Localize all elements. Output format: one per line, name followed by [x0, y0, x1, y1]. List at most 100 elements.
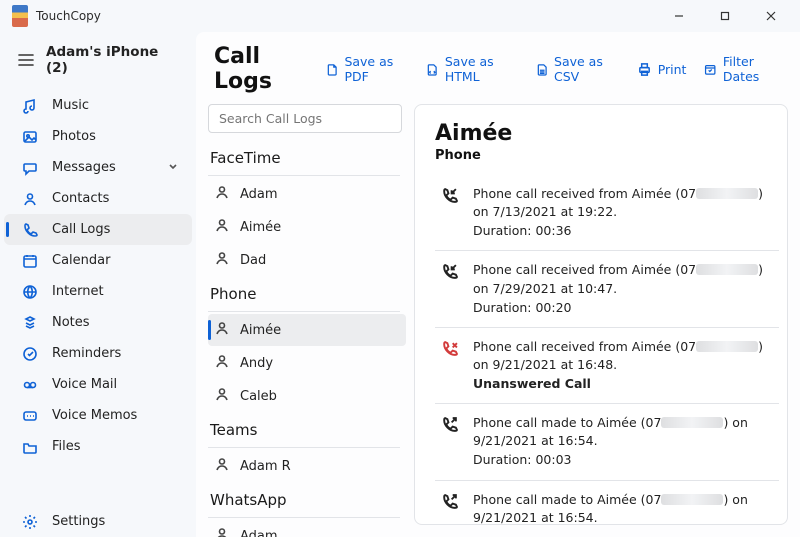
nav-label: Music [52, 98, 89, 113]
phone-icon [22, 222, 38, 238]
redacted-number [661, 494, 723, 505]
save-pdf-button[interactable]: Save as PDF [326, 54, 408, 84]
call-log-item: Phone call received from Aimée (07) on 7… [435, 175, 779, 251]
divider [208, 175, 400, 176]
hamburger-icon[interactable] [18, 51, 34, 70]
redacted-number [661, 417, 723, 428]
redacted-number [696, 188, 758, 199]
nav-messages[interactable]: Messages [4, 152, 192, 183]
call-log-text: Phone call received from Aimée (07) on 7… [473, 185, 775, 240]
nav-voicememos[interactable]: Voice Memos [4, 400, 192, 431]
gear-icon [22, 514, 38, 530]
folder-icon [22, 439, 38, 455]
nav-list: Music Photos Messages Contacts Call Logs [0, 90, 196, 462]
call-log-item: Phone call made to Aimée (07) on 9/21/20… [435, 481, 779, 526]
person-icon [214, 184, 230, 204]
divider [208, 311, 400, 312]
filter-icon [704, 62, 716, 77]
call-log-text: Phone call made to Aimée (07) on 9/21/20… [473, 414, 775, 469]
contact-row[interactable]: Aimée [208, 314, 406, 346]
contact-name: Aimée [240, 323, 281, 338]
contact-name: Aimée [240, 220, 281, 235]
person-icon [214, 320, 230, 340]
person-icon [214, 456, 230, 476]
contact-name: Adam R [240, 459, 291, 474]
person-icon [214, 217, 230, 237]
nav-internet[interactable]: Internet [4, 276, 192, 307]
divider [208, 447, 400, 448]
search-input[interactable] [208, 104, 402, 133]
window-maximize-button[interactable] [702, 1, 748, 31]
music-icon [22, 98, 38, 114]
nav-settings[interactable]: Settings [4, 506, 192, 537]
nav-label: Internet [52, 284, 104, 299]
call-log-item: Phone call received from Aimée (07) on 9… [435, 328, 779, 404]
csv-icon [536, 62, 548, 77]
call-log-text: Phone call made to Aimée (07) on 9/21/20… [473, 491, 775, 526]
calendar-icon [22, 253, 38, 269]
nav-label: Files [52, 439, 81, 454]
outgoing-call-icon [439, 414, 459, 469]
incoming-call-icon [439, 261, 459, 316]
contact-name: Adam [240, 529, 278, 537]
contact-row[interactable]: Dad [208, 244, 406, 276]
nav-voicemail[interactable]: Voice Mail [4, 369, 192, 400]
contact-row[interactable]: Adam [208, 520, 406, 537]
app-title: TouchCopy [36, 9, 101, 23]
nav-call-logs[interactable]: Call Logs [4, 214, 192, 245]
contact-row[interactable]: Adam [208, 178, 406, 210]
app-icon [12, 5, 28, 27]
nav-photos[interactable]: Photos [4, 121, 192, 152]
contact-row[interactable]: Adam R [208, 450, 406, 482]
window-minimize-button[interactable] [656, 1, 702, 31]
voicememos-icon [22, 408, 38, 424]
missed-call-icon [439, 338, 459, 393]
print-button[interactable]: Print [637, 54, 687, 84]
contact-row[interactable]: Andy [208, 347, 406, 379]
group-title: Phone [208, 277, 408, 309]
html-icon [426, 62, 438, 77]
nav-files[interactable]: Files [4, 431, 192, 462]
redacted-number [696, 264, 758, 275]
pdf-icon [326, 62, 338, 77]
person-icon [214, 526, 230, 537]
nav-music[interactable]: Music [4, 90, 192, 121]
nav-label: Photos [52, 129, 96, 144]
globe-icon [22, 284, 38, 300]
voicemail-icon [22, 377, 38, 393]
save-csv-button[interactable]: Save as CSV [536, 54, 619, 84]
nav-reminders[interactable]: Reminders [4, 338, 192, 369]
contact-name: Adam [240, 187, 278, 202]
nav-contacts[interactable]: Contacts [4, 183, 192, 214]
nav-label: Messages [52, 160, 116, 175]
contact-row[interactable]: Aimée [208, 211, 406, 243]
contacts-panel: FaceTimeAdamAiméeDadPhoneAiméeAndyCalebT… [208, 104, 408, 537]
save-html-button[interactable]: Save as HTML [426, 54, 517, 84]
person-icon [214, 353, 230, 373]
nav-label: Voice Memos [52, 408, 137, 423]
toolbar: Save as PDF Save as HTML Save as CSV Pri… [326, 54, 782, 84]
sidebar: Adam's iPhone (2) Music Photos Messages … [0, 32, 196, 537]
notes-icon [22, 315, 38, 331]
nav-label: Notes [52, 315, 90, 330]
person-icon [214, 386, 230, 406]
nav-notes[interactable]: Notes [4, 307, 192, 338]
outgoing-call-icon [439, 491, 459, 526]
contact-row[interactable]: Caleb [208, 380, 406, 412]
nav-label: Reminders [52, 346, 121, 361]
detail-contact-name: Aimée [435, 121, 779, 146]
page-title: Call Logs [214, 44, 312, 94]
window-close-button[interactable] [748, 1, 794, 31]
nav-label: Settings [52, 514, 105, 529]
nav-calendar[interactable]: Calendar [4, 245, 192, 276]
redacted-number [696, 341, 758, 352]
messages-icon [22, 160, 38, 176]
incoming-call-icon [439, 185, 459, 240]
detail-panel: Aimée Phone Phone call received from Aim… [414, 104, 788, 525]
group-title: WhatsApp [208, 483, 408, 515]
group-title: Teams [208, 413, 408, 445]
window-titlebar: TouchCopy [0, 0, 800, 32]
filter-dates-button[interactable]: Filter Dates [704, 54, 782, 84]
nav-label: Voice Mail [52, 377, 117, 392]
device-name: Adam's iPhone (2) [46, 44, 182, 76]
